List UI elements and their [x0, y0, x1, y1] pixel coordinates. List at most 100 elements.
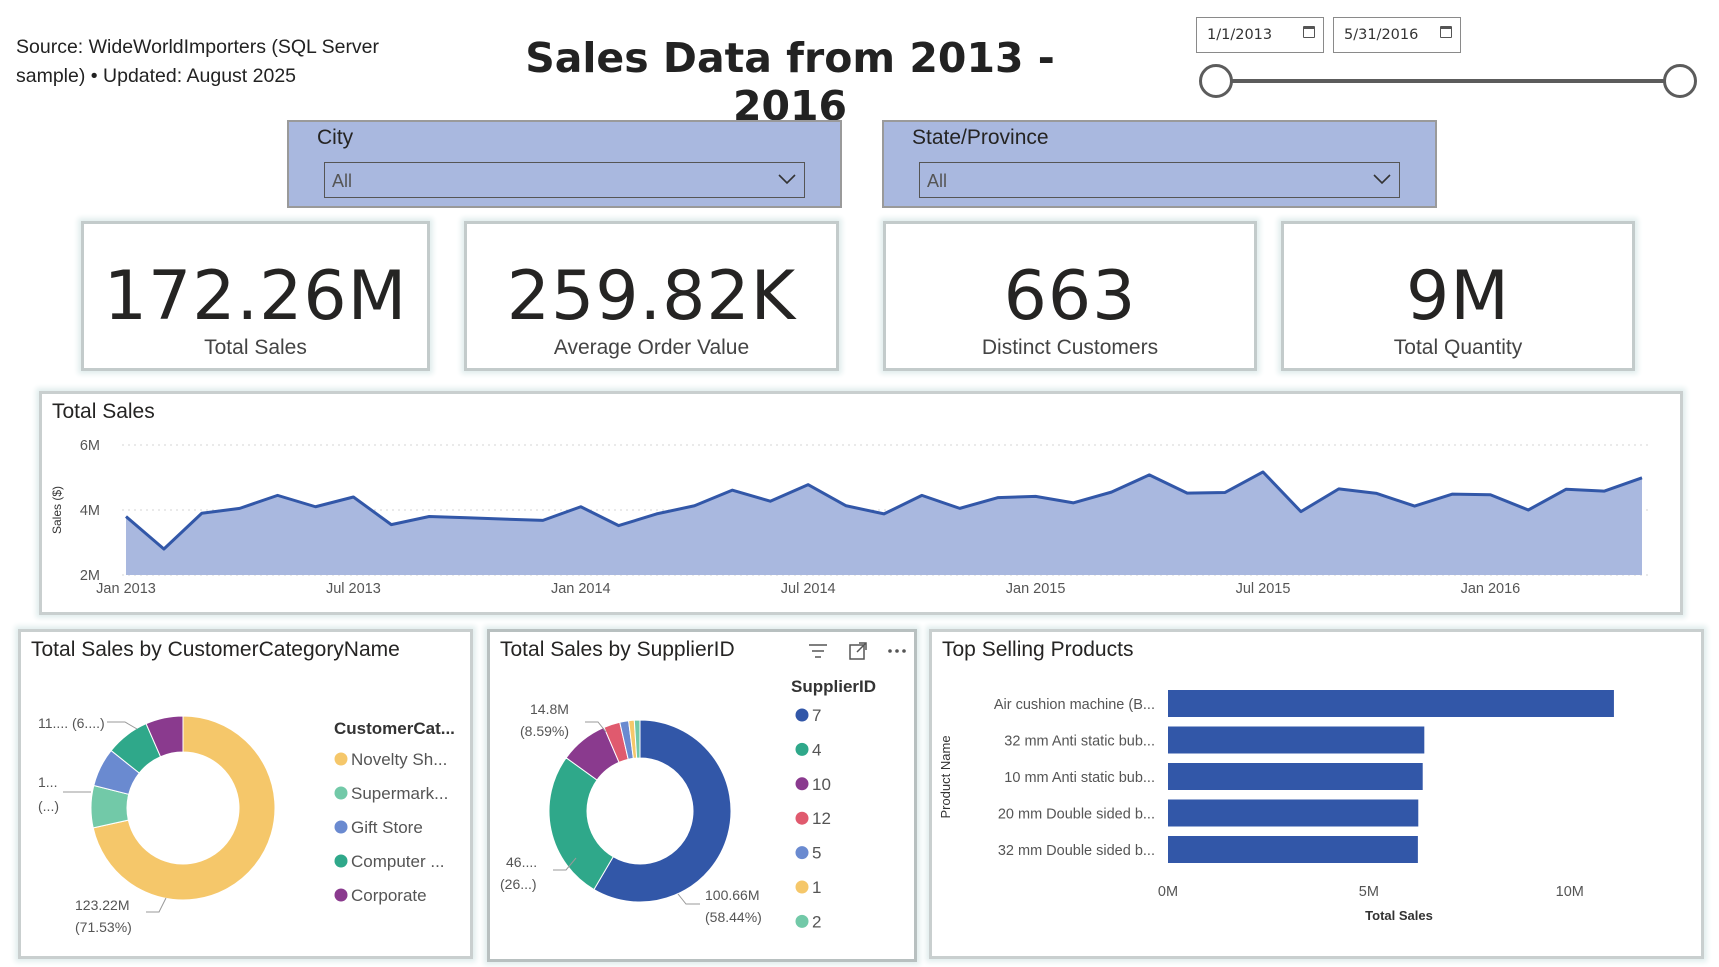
legend-label: Gift Store [351, 818, 423, 837]
legend-title: SupplierID [791, 677, 876, 696]
legend-label: 5 [812, 844, 821, 863]
state-dropdown[interactable]: All [919, 162, 1400, 198]
x-axis-label: Total Sales [1365, 908, 1433, 923]
state-slicer-label: State/Province [912, 126, 1049, 149]
card-caption: Distinct Customers [981, 336, 1159, 359]
area-chart-canvas: 6M4M2MSales ($)Jan 2013 Jul 2013 Jan 2014 J… [50, 438, 1652, 597]
calendar-icon[interactable] [1303, 26, 1315, 38]
legend-marker [334, 752, 348, 766]
leader-line [107, 721, 138, 730]
data-label: 123.22M [75, 897, 129, 913]
total-sales-line-chart[interactable]: Total Sales 6M 4M 2M Sales ($) Jan 2013 Jul 2… [39, 391, 1683, 615]
card-value: 663 [1003, 257, 1137, 336]
y-tick-label: 4M [80, 503, 100, 519]
data-label: (26...) [500, 876, 537, 892]
x-tick-label: Jan 2015 [1006, 581, 1066, 597]
data-label: (8.59%) [520, 723, 569, 739]
city-dropdown[interactable]: All [324, 162, 805, 198]
product-bar [1168, 726, 1425, 754]
data-label: (...) [38, 798, 59, 814]
legend-marker [334, 854, 348, 868]
start-date-value: 1/1/2013 [1207, 27, 1273, 43]
y-axis-label: Product Name [938, 735, 953, 818]
end-date-input[interactable]: 5/31/2016 [1333, 17, 1461, 53]
legend-marker [795, 777, 809, 791]
top-selling-products-bar-chart[interactable]: Top Selling Products Air cushion machine… [929, 629, 1704, 959]
x-tick-label: Jan 2016 [1461, 581, 1521, 597]
calendar-icon[interactable] [1440, 26, 1452, 38]
card-value: 259.82K [506, 257, 797, 336]
card-caption: Average Order Value [553, 336, 750, 359]
x-tick-label: 5M [1359, 884, 1379, 900]
product-label: 10 mm Anti static bub... [1004, 770, 1155, 786]
legend-label: Novelty Sh... [351, 750, 447, 769]
leader-line [677, 893, 700, 905]
x-tick-label: Jul 2014 [781, 581, 836, 597]
bar-chart-canvas: Air cushion machine (B... 32 mm Anti stat… [938, 690, 1614, 923]
legend-label: Computer ... [351, 852, 445, 871]
y-tick-label: 6M [80, 438, 100, 454]
chevron-down-icon [1373, 174, 1391, 185]
legend-title: CustomerCat... [334, 719, 455, 738]
x-tick-label: Jan 2013 [96, 581, 156, 597]
x-tick-label: 10M [1556, 884, 1584, 900]
card-caption: Total Sales [204, 336, 307, 359]
start-date-input[interactable]: 1/1/2013 [1196, 17, 1324, 53]
data-label: 1... [38, 774, 57, 790]
data-label: 100.66M [705, 887, 759, 903]
product-bar [1168, 690, 1614, 717]
product-bar [1168, 799, 1419, 827]
data-label: (71.53%) [75, 919, 132, 935]
data-label: 46.... [506, 854, 537, 870]
data-label: 11.... (6....) [38, 715, 105, 731]
donut-canvas: CustomerCat... Novelty Sh... Supermark... G… [38, 715, 455, 935]
product-label: 20 mm Double sided b... [998, 807, 1155, 823]
product-bar [1168, 763, 1423, 790]
total-sales-card[interactable]: 172.26M Total Sales [81, 221, 430, 371]
city-slicer-label: City [317, 126, 354, 149]
x-tick-label: Jan 2014 [551, 581, 611, 597]
source-line-1: Source: WideWorldImporters (SQL Server [16, 36, 380, 58]
legend-marker [334, 820, 348, 834]
product-label: 32 mm Double sided b... [998, 843, 1155, 859]
end-date-value: 5/31/2016 [1344, 27, 1419, 43]
data-label: (58.44%) [705, 909, 762, 925]
donut-canvas: SupplierID74101251214.8M(8.59%)46....(26… [500, 677, 876, 931]
customer-category-donut-chart[interactable]: Total Sales by CustomerCategoryName Cust… [18, 629, 473, 959]
city-dropdown-value: All [332, 171, 353, 191]
date-slider-start-handle[interactable] [1199, 64, 1233, 98]
supplier-donut-chart[interactable]: Total Sales by SupplierID SupplierID 7 4 10… [487, 629, 917, 962]
total-quantity-card[interactable]: 9M Total Quantity [1281, 221, 1635, 371]
legend-marker [795, 708, 809, 722]
legend-label: 2 [812, 912, 821, 931]
date-slider-end-handle[interactable] [1663, 64, 1697, 98]
product-label: 32 mm Anti static bub... [1004, 734, 1155, 750]
legend-label: 1 [812, 878, 821, 897]
legend-label: 7 [812, 706, 821, 725]
x-tick-label: Jul 2015 [1236, 581, 1291, 597]
legend-marker [795, 811, 809, 825]
legend-label: 12 [812, 809, 831, 828]
legend-label: 10 [812, 775, 831, 794]
source-note: Source: WideWorldImporters (SQL Server s… [16, 33, 436, 91]
distinct-customers-card[interactable]: 663 Distinct Customers [883, 221, 1257, 371]
state-dropdown-value: All [927, 171, 948, 191]
page-title: Sales Data from 2013 - 2016 [525, 34, 1055, 130]
average-order-value-card[interactable]: 259.82K Average Order Value [464, 221, 839, 371]
card-value: 9M [1406, 257, 1510, 336]
leader-line [146, 897, 167, 913]
sales-area-fill [126, 471, 1642, 575]
source-line-2: sample) • Updated: August 2025 [16, 65, 297, 87]
card-caption: Total Quantity [1393, 336, 1523, 359]
card-value: 172.26M [103, 257, 408, 336]
legend-marker [795, 914, 809, 928]
city-slicer: City All [287, 120, 842, 208]
legend-marker [795, 742, 809, 756]
legend-marker [334, 888, 348, 902]
state-slicer: State/Province All [882, 120, 1437, 208]
product-bar [1168, 836, 1418, 863]
y-axis-label: Sales ($) [50, 486, 64, 534]
date-range-slider-track[interactable] [1215, 79, 1680, 83]
legend-marker [795, 880, 809, 894]
chevron-down-icon [778, 174, 796, 185]
